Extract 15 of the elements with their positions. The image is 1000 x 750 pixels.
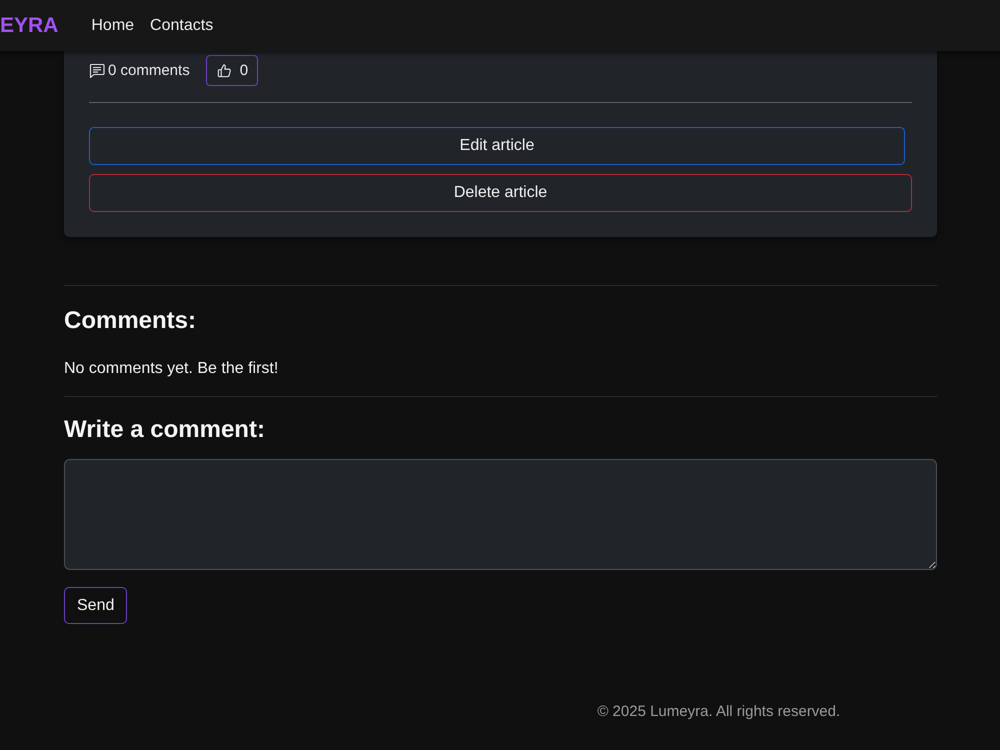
comment-icon <box>89 62 105 78</box>
nav-link[interactable]: Contacts <box>150 16 214 36</box>
thumbs-up-icon <box>216 63 232 78</box>
comment-field[interactable] <box>64 459 937 570</box>
comment-count: 0 comments <box>108 62 190 80</box>
brand-name[interactable]: EYRA <box>0 14 58 38</box>
delete-button[interactable]: Delete article <box>89 174 912 212</box>
comments-heading: Comments: <box>64 306 198 335</box>
footer-copyright: © 2025 Lumeyra. All rights reserved. <box>597 702 840 722</box>
send-button[interactable]: Send <box>64 587 128 624</box>
write-comment-heading: Write a comment: <box>64 415 266 444</box>
edit-button[interactable]: Edit article <box>89 127 905 165</box>
nav-link[interactable]: Home <box>91 16 134 36</box>
like-button[interactable]: 0 <box>206 55 258 86</box>
empty-comments-message: No comments yet. Be the first! <box>64 359 280 379</box>
